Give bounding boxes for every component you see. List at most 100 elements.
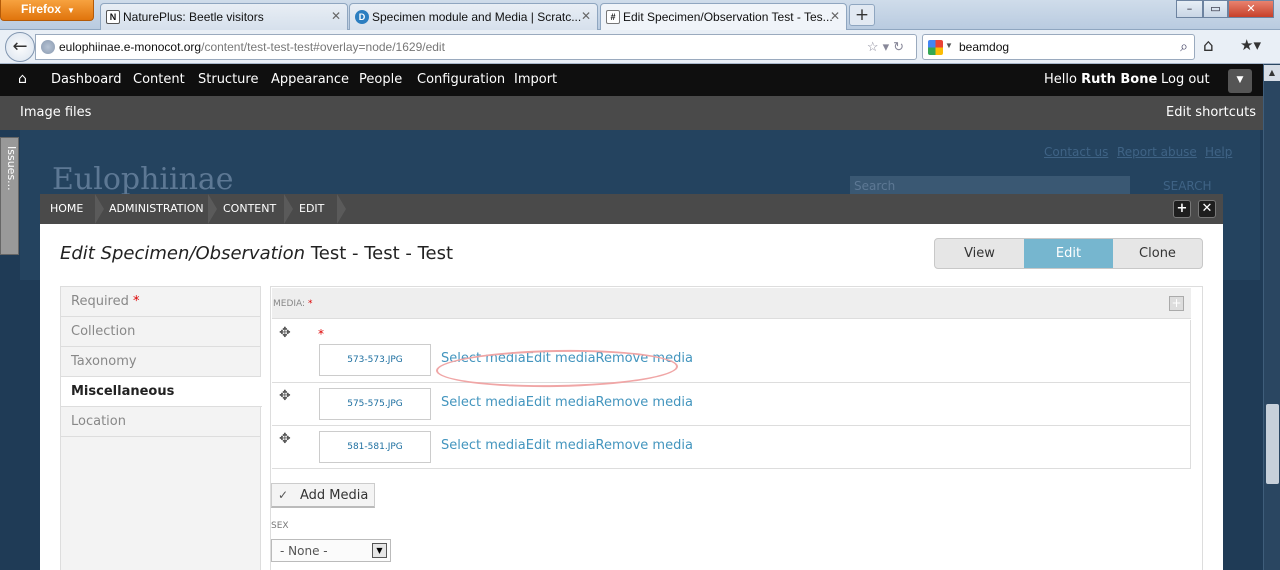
media-row: ✥ * 573-573.JPG Select mediaEdit mediaRe… xyxy=(272,320,1191,383)
issues-side-tab[interactable]: Issues... xyxy=(0,137,19,255)
back-button[interactable]: ← xyxy=(5,32,35,62)
search-query: beamdog xyxy=(959,40,1010,54)
media-file-name[interactable]: 581-581.JPG xyxy=(319,431,431,463)
breadcrumb-separator xyxy=(95,194,104,224)
browser-tab-specimen-module[interactable]: D Specimen module and Media | Scratc... … xyxy=(349,3,598,30)
media-row: ✥ 575-575.JPG Select mediaEdit mediaRemo… xyxy=(272,383,1191,426)
shortcuts-toggle-button[interactable]: ▼ xyxy=(1228,69,1252,93)
bookmarks-menu-icon[interactable]: ★▾ xyxy=(1240,36,1261,54)
history-dropdown-icon[interactable]: ▾ xyxy=(883,39,894,54)
browser-tab-edit-specimen[interactable]: # Edit Specimen/Observation Test - Tes..… xyxy=(600,3,847,31)
scroll-up-icon[interactable]: ▲ xyxy=(1264,65,1280,81)
breadcrumb-separator xyxy=(208,194,217,224)
tab-title: Specimen module and Media | Scratc... xyxy=(372,10,582,24)
breadcrumb-separator xyxy=(284,194,293,224)
logout-link[interactable]: Log out xyxy=(1161,72,1210,87)
toolbar-dashboard[interactable]: Dashboard xyxy=(51,72,122,87)
edit-media-link[interactable]: Edit media xyxy=(526,395,596,410)
reload-icon[interactable]: ↻ xyxy=(893,39,908,54)
media-file-name[interactable]: 573-573.JPG xyxy=(319,344,431,376)
vertical-tabs: Required * Collection Taxonomy Miscellan… xyxy=(60,286,262,570)
scrollbar-thumb[interactable] xyxy=(1266,404,1279,484)
tab-clone[interactable]: Clone xyxy=(1113,239,1202,268)
site-identity-icon[interactable] xyxy=(41,40,55,54)
media-field-header: MEDIA: * + xyxy=(272,288,1191,319)
breadcrumb-administration[interactable]: ADMINISTRATION xyxy=(109,194,204,224)
remove-media-link[interactable]: Remove media xyxy=(596,395,693,410)
admin-toolbar: ⌂ Dashboard Content Structure Appearance… xyxy=(0,64,1280,96)
title-content-type: Edit Specimen/Observation xyxy=(60,243,306,264)
select-media-link[interactable]: Select media xyxy=(441,438,526,453)
sex-select[interactable]: - None - ▼ xyxy=(271,539,391,562)
add-media-button[interactable]: ✓ Add Media xyxy=(271,483,375,508)
title-node: Test - Test - Test xyxy=(305,243,454,264)
edit-shortcuts-link[interactable]: Edit shortcuts xyxy=(1166,105,1256,120)
breadcrumb-home[interactable]: HOME xyxy=(50,194,83,224)
required-marker: * xyxy=(307,299,313,309)
minimize-window-icon[interactable]: – xyxy=(1176,0,1203,18)
user-greeting: Hello Ruth Bone xyxy=(1044,72,1157,87)
bookmark-star-icon[interactable]: ☆ xyxy=(867,39,883,54)
site-name: Eulophiinae xyxy=(52,162,234,197)
home-icon[interactable]: ⌂ xyxy=(1203,36,1214,56)
close-window-icon[interactable]: ✕ xyxy=(1228,0,1274,18)
close-tab-icon[interactable]: ✕ xyxy=(830,9,840,23)
contact-us-link[interactable]: Contact us xyxy=(1044,145,1108,159)
new-tab-button[interactable]: + xyxy=(849,4,875,26)
add-media-label: Add Media xyxy=(300,488,369,503)
close-tab-icon[interactable]: ✕ xyxy=(581,9,591,23)
drag-handle-icon[interactable]: ✥ xyxy=(279,431,291,447)
maximize-window-icon[interactable]: ▭ xyxy=(1203,0,1228,18)
vtab-miscellaneous[interactable]: Miscellaneous xyxy=(61,377,262,407)
toolbar-appearance[interactable]: Appearance xyxy=(271,72,349,87)
edit-media-link[interactable]: Edit media xyxy=(526,438,596,453)
breadcrumb-content[interactable]: CONTENT xyxy=(223,194,276,224)
drupal-favicon-icon: D xyxy=(355,10,369,24)
toolbar-configuration[interactable]: Configuration xyxy=(417,72,505,87)
google-engine-icon[interactable] xyxy=(928,40,943,55)
media-actions: Select mediaEdit mediaRemove media xyxy=(441,395,693,410)
user-name[interactable]: Ruth Bone xyxy=(1081,72,1157,87)
toolbar-structure[interactable]: Structure xyxy=(198,72,258,87)
home-icon[interactable]: ⌂ xyxy=(18,71,27,87)
toolbar-import[interactable]: Import xyxy=(514,72,557,87)
shortcut-image-files[interactable]: Image files xyxy=(20,105,91,120)
remove-media-link[interactable]: Remove media xyxy=(596,438,693,453)
engine-dropdown-icon[interactable]: ▼ xyxy=(945,41,953,50)
media-actions: Select mediaEdit mediaRemove media xyxy=(441,438,693,453)
breadcrumb-edit[interactable]: EDIT xyxy=(299,194,324,224)
report-abuse-link[interactable]: Report abuse xyxy=(1117,145,1197,159)
grid-favicon-icon: # xyxy=(606,10,620,24)
url-bar[interactable]: eulophiinae.e-monocot.org/content/test-t… xyxy=(35,34,917,60)
edit-overlay: HOME ADMINISTRATION CONTENT EDIT + ✕ Edi… xyxy=(40,194,1223,570)
search-magnifier-icon[interactable]: ⌕ xyxy=(1180,38,1188,55)
tab-edit[interactable]: Edit xyxy=(1024,239,1113,268)
page-scrollbar[interactable]: ▲ xyxy=(1263,64,1280,570)
media-file-name[interactable]: 575-575.JPG xyxy=(319,388,431,420)
vtab-label: Required xyxy=(71,294,129,309)
greeting-text: Hello xyxy=(1044,72,1082,87)
vtab-required[interactable]: Required * xyxy=(61,287,261,317)
toolbar-people[interactable]: People xyxy=(359,72,402,87)
close-tab-icon[interactable]: ✕ xyxy=(331,9,341,23)
vtab-collection[interactable]: Collection xyxy=(61,317,261,347)
browser-tab-natureplus[interactable]: N NaturePlus: Beetle visitors ✕ xyxy=(100,3,348,30)
site-search-button[interactable]: SEARCH xyxy=(1160,176,1215,196)
help-link[interactable]: Help xyxy=(1205,145,1232,159)
firefox-menu-button[interactable]: Firefox ▼ xyxy=(0,0,94,21)
primary-tabs: View Edit Clone xyxy=(934,238,1203,269)
natureplus-favicon-icon: N xyxy=(106,10,120,24)
select-media-link[interactable]: Select media xyxy=(441,395,526,410)
tab-view[interactable]: View xyxy=(935,239,1024,268)
close-overlay-icon[interactable]: ✕ xyxy=(1198,200,1216,218)
toolbar-content[interactable]: Content xyxy=(133,72,185,87)
search-bar[interactable]: ▼ beamdog ⌕ xyxy=(922,34,1195,60)
drag-handle-icon[interactable]: ✥ xyxy=(279,325,291,341)
show-row-weights-icon[interactable]: + xyxy=(1169,296,1184,311)
drag-handle-icon[interactable]: ✥ xyxy=(279,388,291,404)
shortcuts-bar: Image files Edit shortcuts xyxy=(0,96,1280,130)
vtab-location[interactable]: Location xyxy=(61,407,261,437)
vtab-taxonomy[interactable]: Taxonomy xyxy=(61,347,261,377)
chevron-down-icon[interactable]: ▼ xyxy=(372,543,387,558)
add-shortcut-icon[interactable]: + xyxy=(1173,200,1191,218)
